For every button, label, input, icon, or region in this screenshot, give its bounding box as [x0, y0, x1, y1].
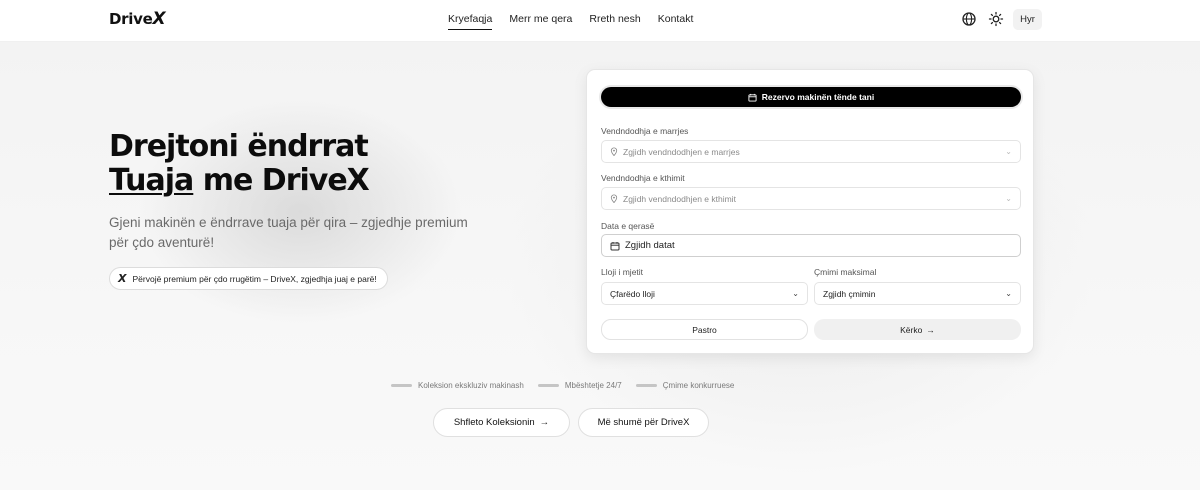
return-select[interactable]: Zgjidh vendndodhjen e kthimit ⌄ [601, 187, 1021, 210]
nav-contact[interactable]: Kontakt [658, 13, 694, 30]
promo-pill-text: Përvojë premium për çdo rrugëtim – Drive… [132, 273, 377, 284]
location-pin-icon [610, 194, 618, 203]
return-label: Vendndodhja e kthimit [601, 173, 685, 183]
reserve-button[interactable]: Rezervo makinën tënde tani [601, 87, 1021, 107]
pickup-select[interactable]: Zgjidh vendndodhjen e marrjes ⌄ [601, 140, 1021, 163]
date-label: Data e qerasë [601, 221, 655, 231]
drivex-logo[interactable]: DriveX [109, 9, 166, 29]
login-button[interactable]: Hyr [1013, 9, 1042, 30]
top-navbar: DriveX Kryefaqja Merr me qera Rreth nesh… [0, 0, 1200, 42]
pickup-label: Vendndodhja e marrjes [601, 126, 689, 136]
hero-subtitle: Gjeni makinën e ëndrrave tuaja për qira … [109, 215, 468, 250]
chevron-down-icon: ⌄ [1005, 289, 1012, 298]
clear-button[interactable]: Pastro [601, 319, 808, 340]
chevron-down-icon: ⌄ [792, 289, 799, 298]
globe-icon[interactable] [961, 11, 977, 27]
browse-collection-button[interactable]: Shfleto Koleksionin → [433, 408, 570, 437]
feature-item: Koleksion ekskluziv makinash [391, 381, 524, 390]
vehicle-type-label: Lloji i mjetit [601, 267, 644, 277]
feature-item: Mbështetje 24/7 [537, 381, 622, 390]
booking-card: Rezervo makinën tënde tani Vendndodhja e… [586, 69, 1034, 354]
more-about-button[interactable]: Më shumë për DriveX [578, 408, 709, 437]
sun-icon[interactable] [988, 11, 1004, 27]
arrow-right-icon: → [539, 417, 550, 428]
search-button[interactable]: Kërko → [814, 319, 1021, 340]
nav-rent[interactable]: Merr me qera [509, 13, 572, 30]
date-picker[interactable]: Zgjidh datat [601, 234, 1021, 257]
chevron-down-icon: ⌄ [1005, 147, 1012, 156]
max-price-label: Çmimi maksimal [814, 267, 877, 277]
max-price-select[interactable]: Zgjidh çmimin ⌄ [814, 282, 1021, 305]
arrow-right-icon: → [926, 324, 935, 335]
hero-title-line2: Tuaja me DriveX [109, 163, 370, 198]
promo-pill: X Përvojë premium për çdo rrugëtim – Dri… [109, 267, 388, 290]
hero-title: Drejtoni ëndrrat Tuaja me DriveX [109, 129, 370, 198]
hero-title-line1: Drejtoni ëndrrat [109, 129, 369, 164]
calendar-icon [748, 93, 757, 102]
x-logo-icon: X [118, 272, 127, 285]
vehicle-type-select[interactable]: Çfarëdo lloji ⌄ [601, 282, 808, 305]
feature-list: Koleksion ekskluziv makinash Mbështetje … [391, 381, 734, 390]
nav-about[interactable]: Rreth nesh [589, 13, 640, 30]
chevron-down-icon: ⌄ [1005, 194, 1012, 203]
feature-item: Çmime konkurruese [635, 381, 734, 390]
main-nav: Kryefaqja Merr me qera Rreth nesh Kontak… [448, 13, 693, 30]
calendar-icon [610, 241, 620, 250]
location-pin-icon [610, 147, 618, 156]
nav-home[interactable]: Kryefaqja [448, 13, 493, 30]
